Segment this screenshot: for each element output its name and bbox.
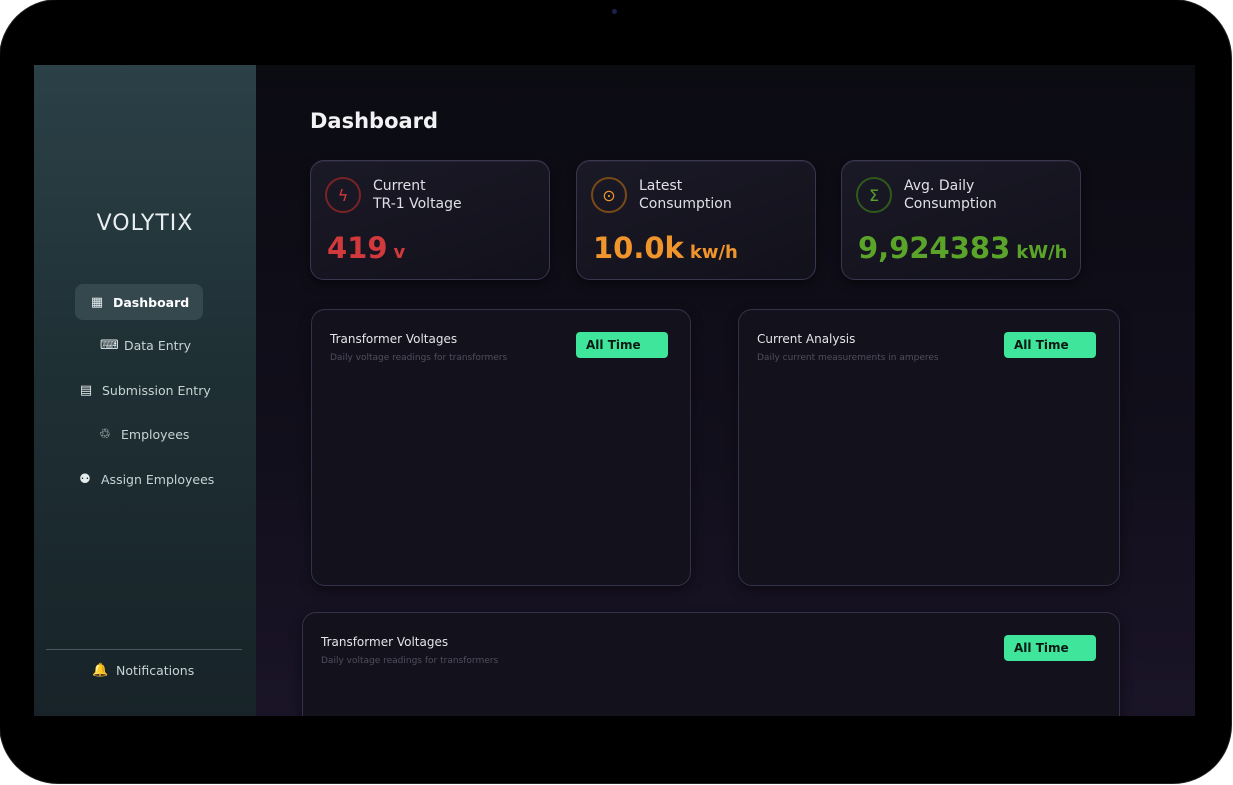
bell-icon: 🔔 — [92, 663, 109, 678]
stat-card-consumption: ⊙ Latest Consumption 10.0k kw/h — [576, 160, 816, 280]
stat-number: 9,924383 — [858, 231, 1011, 265]
panel-title: Transformer Voltages — [330, 332, 458, 346]
panel-title: Transformer Voltages — [321, 635, 449, 649]
sidebar-item-label: Dashboard — [113, 294, 190, 310]
brand-logo: VOLYTIX — [96, 211, 194, 236]
sidebar-item-submission-entry[interactable]: ▤ Submission Entry — [64, 372, 225, 408]
stat-number: 10.0k — [593, 231, 684, 265]
keyboard-icon: ⌨ — [100, 337, 119, 353]
stat-unit: kW/h — [1016, 242, 1068, 263]
time-filter-button[interactable]: All Time — [1004, 332, 1096, 358]
stat-label: Current TR-1 Voltage — [373, 178, 462, 212]
stat-card-voltage: ϟ Current TR-1 Voltage 419 v — [310, 160, 550, 280]
sidebar-item-assign-employees[interactable]: ⚉ Assign Employees — [63, 461, 228, 497]
clock-icon: ⊙ — [591, 177, 627, 213]
sidebar-item-label: Data Entry — [124, 337, 192, 353]
stat-value: 10.0k kw/h — [593, 231, 738, 265]
sidebar-item-employees[interactable]: ♲ Employees — [83, 416, 203, 452]
stat-label: Latest Consumption — [639, 178, 732, 212]
lightning-icon: ϟ — [325, 177, 361, 213]
stat-unit: kw/h — [689, 242, 738, 263]
dashboard-icon: ▦ — [90, 294, 104, 310]
stat-card-avg-daily: Σ Avg. Daily Consumption 9,924383 kW/h — [841, 160, 1081, 280]
time-filter-button[interactable]: All Time — [576, 332, 668, 358]
camera-dot — [612, 9, 617, 14]
sidebar-item-data-entry[interactable]: ⌨ Data Entry — [86, 327, 205, 363]
sidebar-item-dashboard[interactable]: ▦ Dashboard — [75, 284, 204, 320]
panel-transformer-voltages: Transformer Voltages Daily voltage readi… — [311, 309, 691, 586]
notifications-link[interactable]: 🔔 Notifications — [92, 663, 194, 678]
stat-unit: v — [393, 242, 406, 263]
stat-label: Avg. Daily Consumption — [904, 178, 997, 212]
panel-title: Current Analysis — [757, 332, 856, 346]
assign-user-icon: ⚉ — [79, 471, 91, 487]
sigma-icon: Σ — [856, 177, 892, 213]
notifications-label: Notifications — [116, 663, 195, 678]
panel-subtitle: Daily current measurements in amperes — [757, 353, 939, 363]
stat-value: 9,924383 kW/h — [858, 231, 1067, 265]
sidebar: VOLYTIX ▦ Dashboard ⌨ Data Entry ▤ Submi… — [34, 65, 256, 716]
time-filter-button[interactable]: All Time — [1004, 635, 1096, 661]
stat-number: 419 — [327, 231, 388, 265]
panel-current-analysis: Current Analysis Daily current measureme… — [738, 309, 1120, 586]
sidebar-divider — [46, 649, 242, 650]
main-content: Dashboard ϟ Current TR-1 Voltage 419 v ⊙ … — [256, 65, 1195, 716]
panel-transformer-voltages-2: Transformer Voltages Daily voltage readi… — [302, 612, 1120, 716]
sidebar-item-label: Assign Employees — [101, 471, 215, 487]
panel-subtitle: Daily voltage readings for transformers — [330, 353, 508, 363]
sidebar-item-label: Employees — [121, 426, 190, 442]
form-icon: ▤ — [79, 382, 93, 398]
stat-value: 419 v — [327, 231, 405, 265]
tablet-bezel: VOLYTIX ▦ Dashboard ⌨ Data Entry ▤ Submi… — [0, 0, 1231, 783]
employees-icon: ♲ — [99, 426, 111, 442]
panel-subtitle: Daily voltage readings for transformers — [321, 656, 499, 666]
sidebar-item-label: Submission Entry — [102, 382, 211, 398]
page-title: Dashboard — [310, 109, 439, 133]
app-screen: VOLYTIX ▦ Dashboard ⌨ Data Entry ▤ Submi… — [34, 65, 1195, 716]
